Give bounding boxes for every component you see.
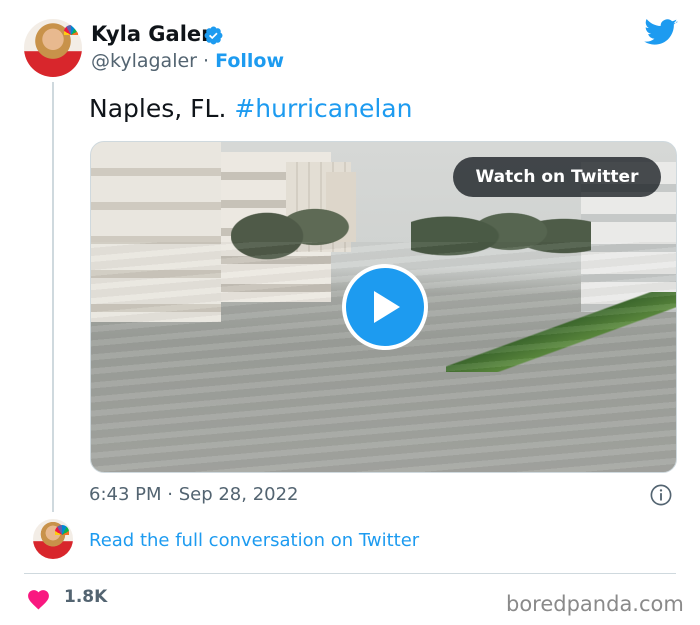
nbc-logo-icon <box>55 525 69 535</box>
handle-separator: · <box>203 50 210 72</box>
info-icon[interactable] <box>650 484 672 506</box>
tweet-body: Naples, FL. <box>89 94 235 123</box>
author-name[interactable]: Kyla Galer <box>91 22 212 46</box>
play-icon <box>374 291 400 323</box>
like-count[interactable]: 1.8K <box>64 587 107 607</box>
twitter-bird-icon[interactable] <box>644 19 678 47</box>
author-handle-row: @kylagaler · Follow <box>91 50 284 72</box>
author-avatar[interactable] <box>24 19 82 77</box>
verified-badge-icon <box>204 26 223 45</box>
reply-avatar[interactable] <box>33 519 73 559</box>
author-handle[interactable]: @kylagaler <box>91 50 197 72</box>
nbc-logo-icon <box>64 25 78 35</box>
thread-line <box>52 82 54 512</box>
follow-button[interactable]: Follow <box>215 50 284 72</box>
watermark: boredpanda.com <box>506 592 684 616</box>
tweet-text: Naples, FL. #hurricanelan <box>89 94 412 123</box>
play-button[interactable] <box>342 264 428 350</box>
divider <box>24 573 676 574</box>
read-conversation-link[interactable]: Read the full conversation on Twitter <box>89 530 419 551</box>
tweet-timestamp[interactable]: 6:43 PM · Sep 28, 2022 <box>89 484 299 505</box>
hashtag-link[interactable]: #hurricanelan <box>234 94 412 123</box>
watch-on-twitter-button[interactable]: Watch on Twitter <box>453 157 661 197</box>
video-thumbnail[interactable]: Watch on Twitter <box>90 141 677 473</box>
heart-icon[interactable] <box>26 587 51 610</box>
